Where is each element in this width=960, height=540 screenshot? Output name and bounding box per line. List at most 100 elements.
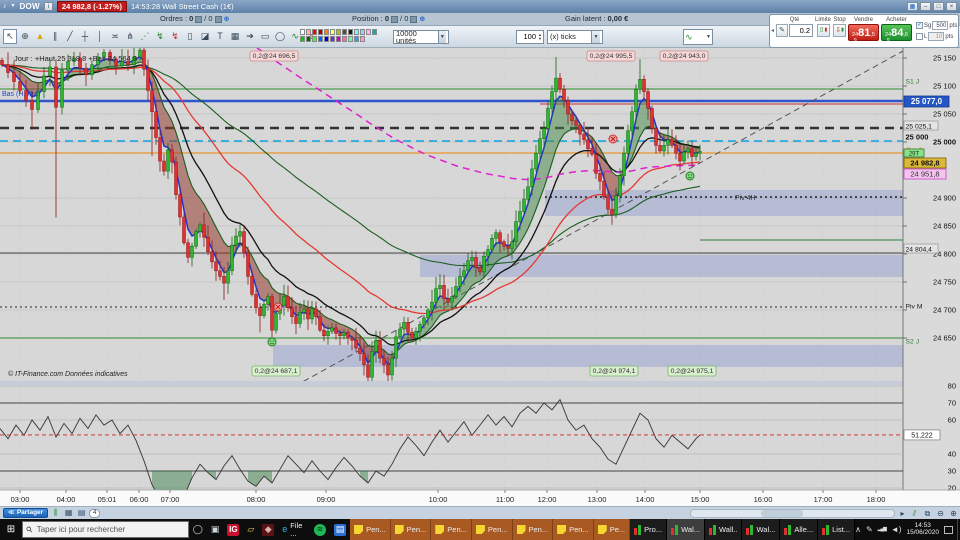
sell-button[interactable]: 24 9 81,5 [848, 24, 880, 43]
notification-center-icon[interactable] [944, 525, 954, 534]
stop-garanti-option[interactable]: ✓ Sg 500 pts [916, 21, 957, 30]
color-swatch[interactable] [360, 29, 365, 35]
zigzag-up-icon[interactable]: ↯ [153, 29, 167, 44]
scroll-right-icon[interactable]: ▸ [897, 508, 908, 519]
chart-horizontal-scrollbar[interactable] [690, 509, 895, 518]
zoom-icon[interactable]: ⊕ [18, 29, 32, 44]
color-swatch[interactable] [306, 29, 311, 35]
stop-garanti-checkbox[interactable]: ✓ [916, 22, 924, 29]
position-book-icon[interactable] [410, 15, 418, 23]
layout-icon[interactable]: ▦ [907, 2, 918, 11]
limit-checkbox[interactable] [916, 33, 924, 40]
instrument-dropdown-arrow[interactable]: ▼ [11, 4, 16, 9]
limit-distance-input[interactable]: 10 [928, 32, 945, 41]
horizontal-line-icon[interactable]: ┼ [78, 29, 92, 44]
taskbar-search-input[interactable]: ⚲ Taper ici pour rechercher [21, 521, 189, 538]
mini-candle-chart-icon[interactable]: ⫼ [50, 508, 61, 518]
mini-page-icon[interactable]: ▤ [76, 508, 87, 518]
regression-icon[interactable]: ⋰ [138, 29, 152, 44]
color-swatch[interactable] [342, 36, 347, 42]
file-explorer-button[interactable]: ▱ [243, 519, 258, 540]
chart-window-button[interactable]: Wal... [667, 519, 705, 540]
color-swatch[interactable] [348, 29, 353, 35]
close-button[interactable]: × [946, 2, 957, 11]
sound-icon[interactable]: ♪ [3, 3, 7, 10]
position-list-icon[interactable] [391, 15, 399, 23]
color-swatch[interactable] [342, 29, 347, 35]
auto-scale-icon[interactable]: ⫽ [909, 508, 920, 519]
ig-app-button[interactable]: IG [223, 519, 243, 540]
pen-icon[interactable]: ✎ [866, 525, 873, 534]
chart-window-button[interactable]: Alle... [780, 519, 819, 540]
info-icon[interactable]: i [43, 2, 53, 11]
color-swatch[interactable] [312, 29, 317, 35]
chart-window-button[interactable]: Wall.. [704, 519, 743, 540]
color-swatch[interactable] [360, 36, 365, 42]
sticky-note-window-button[interactable]: Pen... [431, 519, 472, 540]
stepper-arrows-icon[interactable]: ▲ ▼ [538, 33, 542, 41]
zoom-in-icon[interactable]: ⊕ [948, 508, 959, 519]
mini-grid-icon[interactable]: ▦ [63, 508, 74, 518]
color-swatch[interactable] [324, 29, 329, 35]
task-view-button[interactable]: ▣ [207, 519, 224, 540]
orders-search-icon[interactable]: ⊕ [224, 16, 230, 23]
color-swatch[interactable] [324, 36, 329, 42]
stop-distance-input[interactable]: 500 [932, 21, 949, 30]
eraser-icon[interactable]: ◪ [198, 29, 212, 44]
position-search-icon[interactable]: ⊕ [419, 16, 425, 23]
ellipse-icon[interactable]: ◯ [273, 29, 287, 44]
sticky-note-window-button[interactable]: Pen... [553, 519, 594, 540]
share-button[interactable]: ≪ Partager [3, 508, 49, 518]
text-icon[interactable]: T [213, 29, 227, 44]
color-swatch[interactable] [300, 29, 305, 35]
chart-window-button[interactable]: Wal... [742, 519, 781, 540]
sticky-note-window-button[interactable]: Pe... [593, 519, 631, 540]
vertical-line-icon[interactable]: │ [93, 29, 107, 44]
trendline-icon[interactable]: ╱ [63, 29, 77, 44]
orders-list-icon[interactable] [195, 15, 203, 23]
sticky-note-window-button[interactable]: Pen... [512, 519, 554, 540]
color-swatch[interactable] [330, 29, 335, 35]
parallel-lines-icon[interactable]: ∥ [48, 29, 62, 44]
chart-type-button[interactable]: ∿ ▼ [683, 29, 713, 45]
color-swatch[interactable] [300, 36, 305, 42]
color-swatch[interactable] [348, 36, 353, 42]
clock[interactable]: 14:53 15/06/2020 [906, 522, 939, 536]
rectangle-icon[interactable]: ▭ [258, 29, 272, 44]
minimize-button[interactable]: – [920, 2, 931, 11]
edit-order-icon[interactable]: ✎ [776, 24, 788, 37]
arrow-icon[interactable]: ➔ [243, 29, 257, 44]
limit-option[interactable]: L 10 pts [916, 32, 957, 41]
chart-canvas[interactable]: 0,2@24 696,5 0,2@24 995,5 0,2@24 943,0 0,2@… [0, 48, 960, 506]
sticky-note-window-button[interactable]: Pen... [471, 519, 513, 540]
spotify-button[interactable]: ≈ [310, 519, 330, 540]
volume-icon[interactable]: ◄) [891, 525, 902, 534]
color-swatch[interactable] [354, 36, 359, 42]
ticks-count-stepper[interactable]: 100 ▲ ▼ [516, 30, 544, 44]
zigzag-down-icon[interactable]: ↯ [168, 29, 182, 44]
media-app-button[interactable]: ◆ [258, 519, 278, 540]
orders-book-icon[interactable] [214, 15, 222, 23]
color-swatch[interactable] [318, 29, 323, 35]
sticky-note-window-button[interactable]: Pen... [350, 519, 391, 540]
units-dropdown[interactable]: 10000 unités ▼ [393, 29, 449, 44]
collapse-panel-icon[interactable]: ◂ [771, 28, 774, 34]
pitchfork-icon[interactable]: ⋔ [123, 29, 137, 44]
zoom-select-icon[interactable]: ⧉ [922, 508, 933, 519]
stop-order-button[interactable]: ⇩ ▮ [833, 24, 847, 37]
alarm-icon[interactable]: ▲ [33, 29, 47, 44]
cortana-button[interactable]: ◯ [189, 519, 207, 540]
mail-app-button[interactable]: ▤ [330, 519, 350, 540]
color-swatch[interactable] [366, 29, 371, 35]
quantity-input[interactable] [789, 24, 813, 37]
color-swatch[interactable] [312, 36, 317, 42]
screenshot-icon[interactable]: ▦ [228, 29, 242, 44]
chart-window-button[interactable]: Pro... [630, 519, 668, 540]
timeframe-dropdown[interactable]: (x) ticks ▼ [547, 30, 603, 44]
color-swatch[interactable] [372, 29, 377, 35]
limit-order-button[interactable]: ⇧ ▮ [816, 24, 830, 37]
delete-icon[interactable]: ▯ [183, 29, 197, 44]
cursor-icon[interactable]: ↖ [3, 29, 17, 44]
color-swatch[interactable] [336, 36, 341, 42]
edge-button[interactable]: e File ... [278, 519, 310, 540]
